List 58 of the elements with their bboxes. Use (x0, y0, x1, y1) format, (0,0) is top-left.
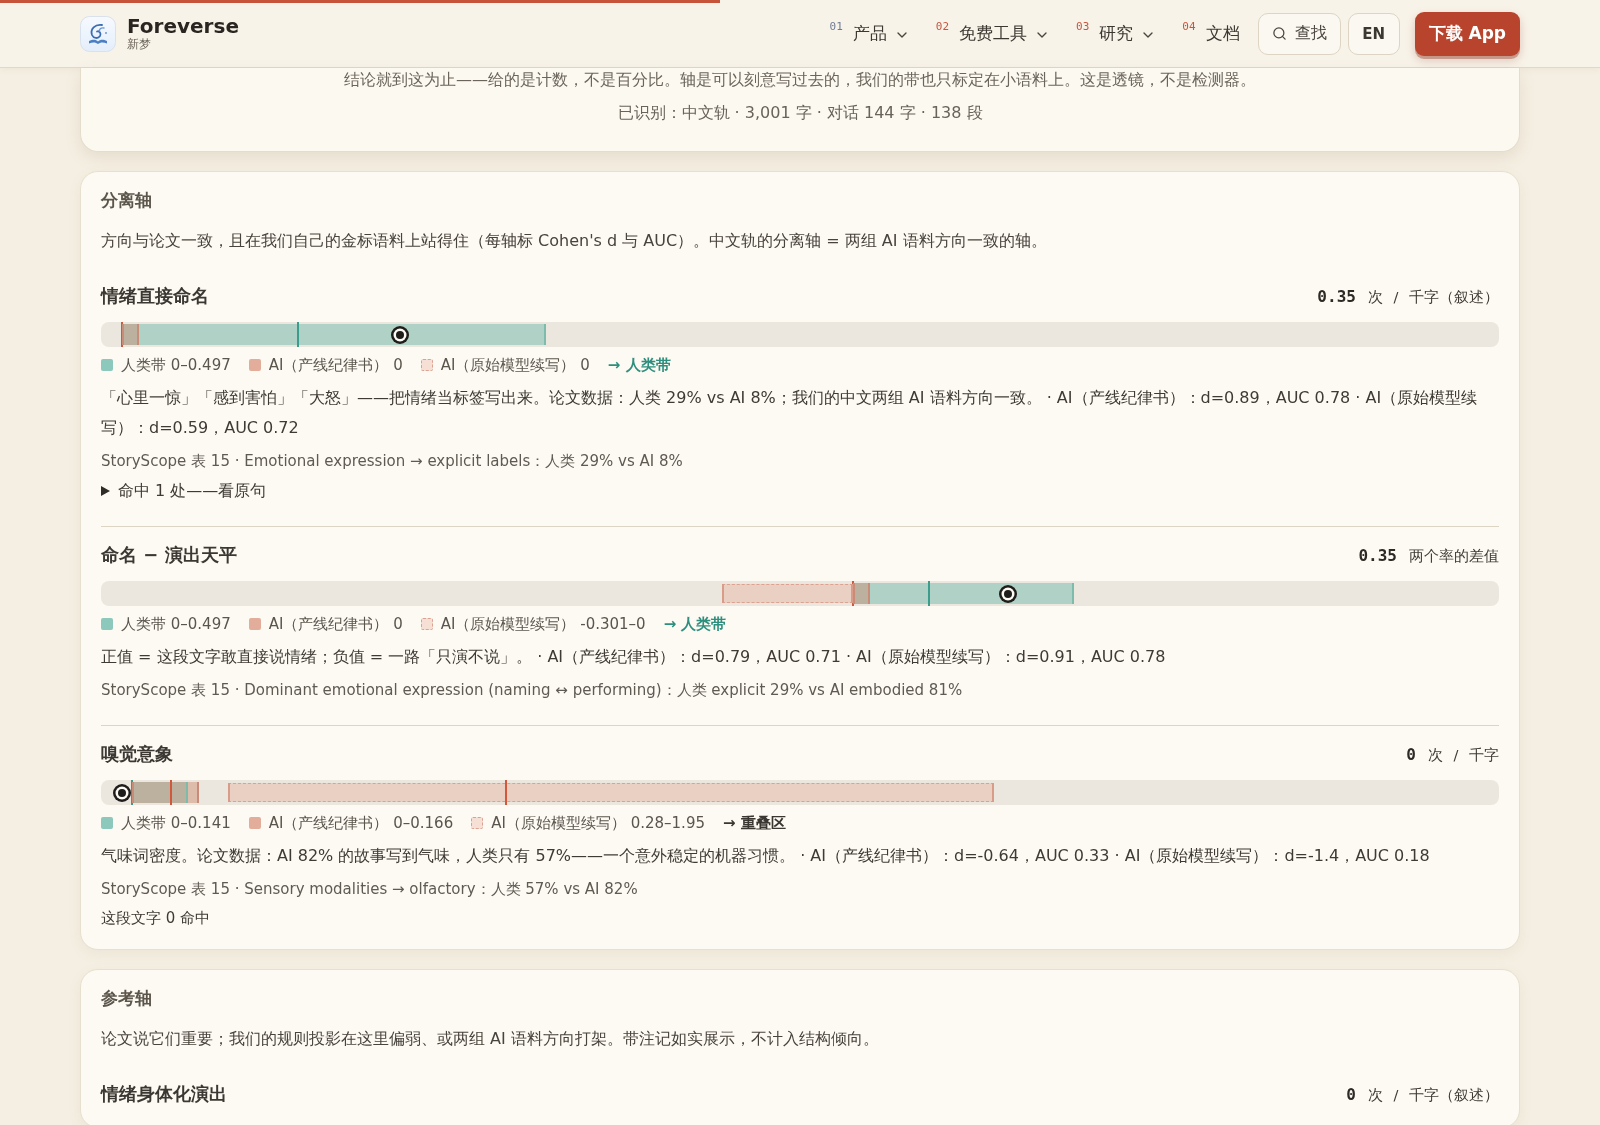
section-description: 论文说它们重要；我们的规则投影在这里偏弱、或两组 AI 语料方向打架。带注记如实展示，不计入结构倾向。 (101, 1028, 880, 1050)
nav-link[interactable]: $^{03}$ 研究 (1076, 22, 1157, 45)
brand-name: Foreverse (127, 15, 239, 37)
metric-title: 情绪身体化演出 (101, 1082, 227, 1106)
summary-note: 结论就到这为止——给的是计数，不是百分比。轴是可以刻意写过去的，我们的带也只标定在小语料上。这是透镜，不是检测器。 (343, 69, 1257, 90)
legend-label: AI（原始模型续写） 0.28–1.95 (491, 813, 705, 833)
legend-label: AI（产线纪律书） 0 (268, 614, 403, 634)
verdict-label: → 人类带 (663, 614, 727, 634)
language-button[interactable]: EN (1347, 12, 1400, 55)
detection-summary: 已识别：中文轨 · 3,001 字 · 对话 144 字 · 138 段 (616, 102, 984, 124)
nav-link[interactable]: $^{01}$ 产品 (829, 22, 910, 45)
source-citation: StoryScope 表 15 · Dominant emotional expression (naming ↔ performing)：人类 explicit 29% vs AI embodied 81% (101, 680, 964, 701)
search-icon (1271, 26, 1287, 41)
metric-value: 0 (1346, 1084, 1356, 1106)
legend-swatch-icon (101, 359, 113, 371)
metric-description: 气味词密度。论文数据：AI 82% 的故事写到气味，人类只有 57%——一个意外稳定的机器习惯。 · AI（产线纪律书）：d=-0.64，AUC 0.33 · AI（原始模型续写）：d=-1.4，AUC 0.18 (101, 845, 1431, 867)
legend-label: AI（产线纪律书） 0 (268, 355, 403, 375)
brand-subtitle: 新梦 (127, 37, 152, 52)
metric-description: 正值 = 这段文字敢直接说情绪；负值 = 一路「只演不说」。 · AI（产线纪律书）：d=0.79，AUC 0.71 · AI（原始模型续写）：d=0.91，AUC 0.78 (101, 646, 1167, 668)
metric-value: 0.35 (1317, 286, 1356, 308)
metric-title: 情绪直接命名 (101, 284, 209, 308)
legend-label: 人类带 0–0.497 (121, 614, 231, 634)
legend-label: AI（产线纪律书） 0–0.166 (268, 813, 454, 833)
legend-swatch-icon (248, 817, 261, 829)
metric-title: 命名 − 演出天平 (101, 543, 237, 567)
legend-swatch-icon (248, 359, 261, 371)
verdict-label: → 人类带 (607, 355, 671, 375)
metric-unit: 两个率的差值 (1409, 547, 1499, 566)
legend-label: 人类带 0–0.141 (121, 813, 231, 833)
book-logo-icon[interactable] (80, 15, 116, 52)
legend-label: 人类带 0–0.497 (121, 355, 231, 375)
metric-unit: 次 / 千字（叙述） (1367, 288, 1499, 307)
section-title: 分离轴 (101, 189, 153, 212)
legend-swatch-icon (420, 359, 433, 371)
nav-link[interactable]: $^{04}$ 文档 (1182, 22, 1240, 45)
legend-swatch-icon (248, 618, 261, 630)
hit-count-note: 这段文字 0 命中 (101, 908, 212, 929)
legend-swatch-icon (101, 618, 113, 630)
section-title: 参考轴 (101, 987, 153, 1010)
metric-description: 「心里一惊」「感到害怕」「大怒」——把情绪当标签写出来。论文数据：人类 29% vs AI 8%；我们的中文两组 AI 语料方向一致。 · AI（产线纪律书）：d=0.89，AUC 0.78 · AI（原始模型续写）：d=0.59，AUC 0.72 (101, 387, 1479, 439)
source-citation: StoryScope 表 15 · Emotional expression → explicit labels：人类 29% vs AI 8% (101, 451, 684, 472)
legend-swatch-icon (471, 817, 484, 829)
metric-value: 0 (1406, 744, 1416, 766)
metric-unit: 次 / 千字（叙述） (1367, 1086, 1499, 1105)
metric-value: 0.35 (1358, 545, 1397, 567)
section-description: 方向与论文一致，且在我们自己的金标语料上站得住（每轴标 Cohen's d 与 AUC）。中文轨的分离轴 = 两组 AI 语料方向一致的轴。 (101, 230, 1048, 252)
legend-swatch-icon (101, 817, 113, 829)
search-button[interactable]: 查找 (1257, 12, 1341, 55)
legend-label: AI（原始模型续写） -0.301–0 (440, 614, 646, 634)
legend-label: AI（原始模型续写） 0 (440, 355, 590, 375)
verdict-label: → 重叠区 (722, 813, 786, 833)
metric-title: 嗅觉意象 (101, 742, 173, 766)
legend-swatch-icon (420, 618, 433, 630)
source-citation: StoryScope 表 15 · Sensory modalities → olfactory：人类 57% vs AI 82% (101, 879, 639, 900)
nav-link[interactable]: $^{02}$ 免费工具 (935, 22, 1051, 45)
download-button[interactable]: 下载 App (1414, 11, 1520, 56)
disclosure-toggle[interactable]: 命中 1 处——看原句 (101, 480, 267, 502)
metric-unit: 次 / 千字 (1427, 746, 1499, 765)
